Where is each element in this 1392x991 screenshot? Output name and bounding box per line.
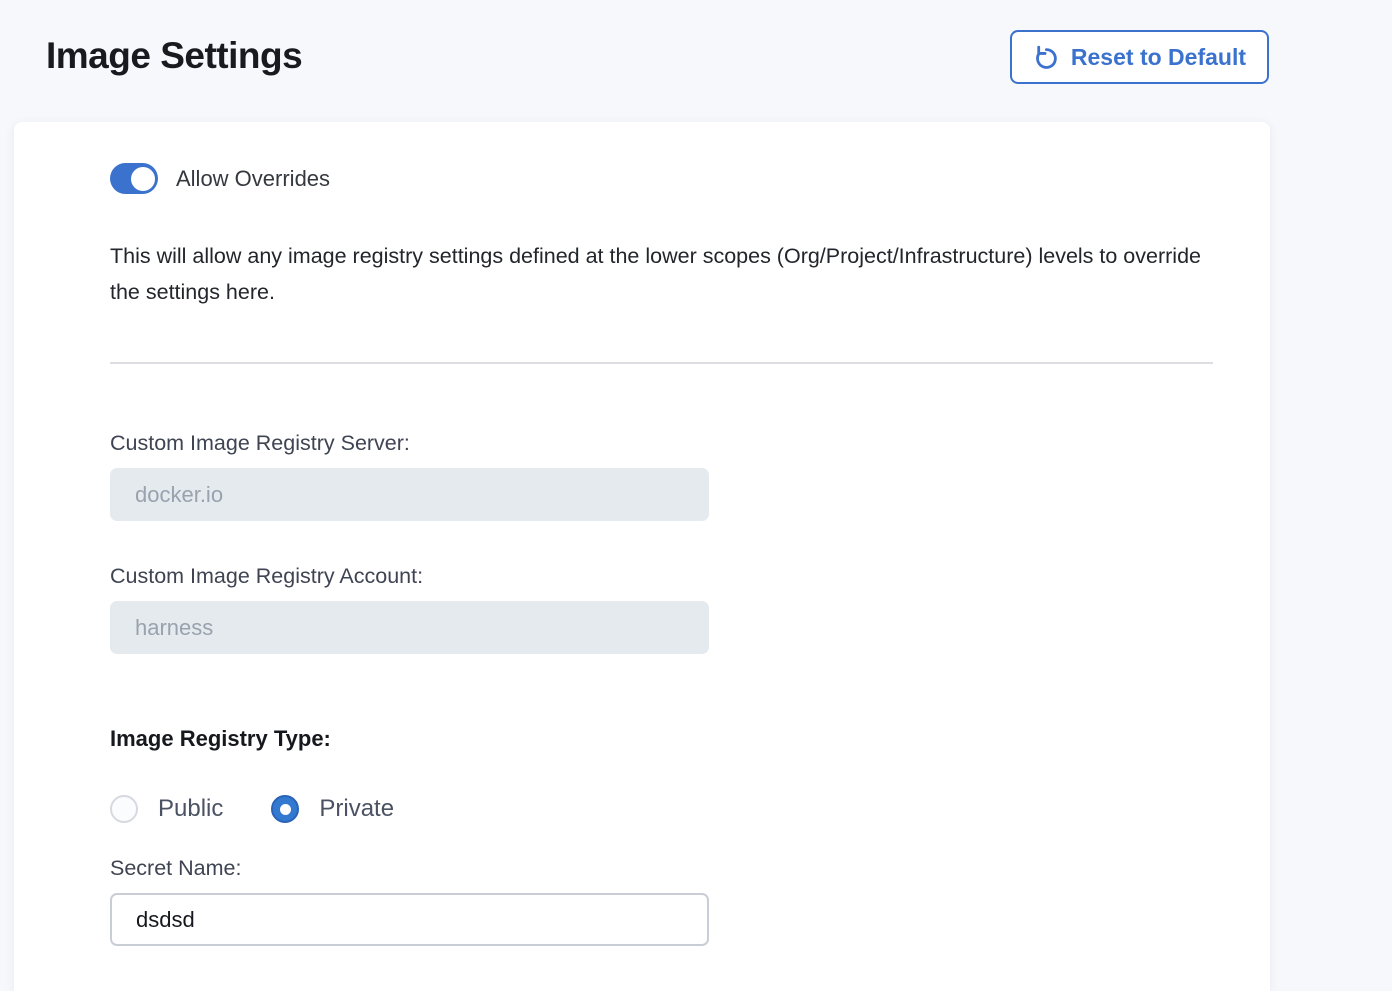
reset-button-label: Reset to Default	[1071, 44, 1246, 71]
registry-type-label: Image Registry Type:	[110, 726, 1226, 752]
registry-server-input	[110, 468, 709, 521]
radio-option-public[interactable]: Public	[110, 795, 223, 823]
registry-type-radio-group: Public Private	[110, 795, 1226, 823]
reset-counterclockwise-icon	[1033, 44, 1060, 71]
page-title: Image Settings	[46, 30, 302, 82]
radio-private-circle-icon[interactable]	[271, 795, 299, 823]
radio-public-circle-icon[interactable]	[110, 795, 138, 823]
page-header: Image Settings Reset to Default	[0, 0, 1392, 122]
radio-private-label: Private	[319, 795, 394, 823]
overrides-description: This will allow any image registry setti…	[110, 238, 1222, 310]
registry-account-label: Custom Image Registry Account:	[110, 563, 1226, 589]
radio-option-private[interactable]: Private	[271, 795, 394, 823]
allow-overrides-toggle[interactable]	[110, 163, 158, 194]
image-settings-card: Allow Overrides This will allow any imag…	[14, 122, 1270, 991]
allow-overrides-row: Allow Overrides	[110, 163, 1226, 194]
radio-public-label: Public	[158, 795, 223, 823]
registry-account-input	[110, 601, 709, 654]
registry-server-label: Custom Image Registry Server:	[110, 430, 1226, 456]
secret-name-input[interactable]	[110, 893, 709, 946]
section-divider	[110, 362, 1213, 364]
toggle-knob	[131, 167, 155, 191]
allow-overrides-label: Allow Overrides	[176, 166, 330, 192]
reset-to-default-button[interactable]: Reset to Default	[1010, 30, 1269, 84]
secret-name-label: Secret Name:	[110, 855, 1226, 881]
